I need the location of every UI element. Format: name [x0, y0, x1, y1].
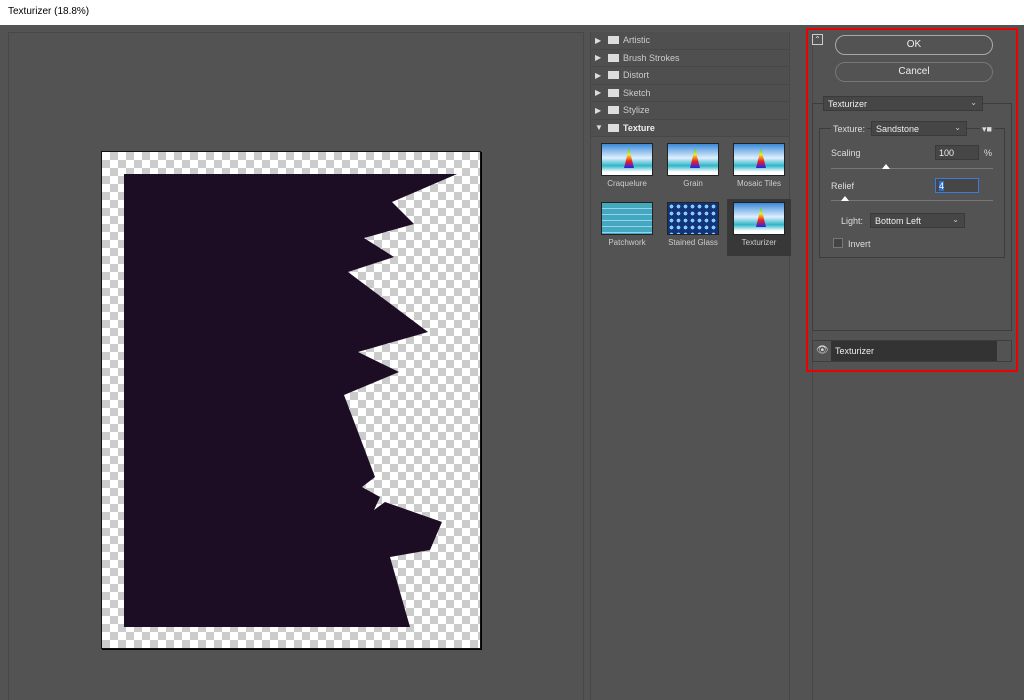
filter-thumbnail: [601, 202, 653, 235]
folder-icon: [608, 53, 619, 62]
filter-label: Craquelure: [607, 179, 647, 188]
category-label: Brush Strokes: [623, 52, 680, 63]
filter-label: Texturizer: [741, 238, 777, 247]
category-label: Sketch: [623, 87, 651, 98]
expand-icon: ▶: [595, 105, 602, 115]
relief-value: 4: [939, 181, 945, 191]
scaling-slider-handle[interactable]: [882, 164, 890, 169]
folder-icon: [608, 71, 619, 80]
filter-mosaic-tiles[interactable]: Mosaic Tiles: [727, 140, 791, 197]
category-artistic[interactable]: ▶ Artistic: [591, 32, 789, 50]
preview-canvas: [101, 151, 481, 649]
filter-grain[interactable]: Grain: [661, 140, 725, 197]
preview-area[interactable]: [8, 32, 584, 700]
filter-thumbnail: [667, 202, 719, 235]
eye-icon[interactable]: 👁: [816, 345, 829, 356]
invert-checkbox[interactable]: [833, 238, 843, 248]
invert-label[interactable]: Invert: [848, 239, 871, 249]
light-select[interactable]: Bottom Left ⌄: [870, 213, 965, 228]
cancel-button[interactable]: Cancel: [835, 62, 993, 82]
category-label: Texture: [623, 122, 655, 133]
ok-button[interactable]: OK: [835, 35, 993, 55]
image-shape: [124, 174, 457, 627]
filter-select-value: Texturizer: [828, 99, 868, 109]
chevron-down-icon: ⌄: [970, 98, 977, 107]
relief-slider-track[interactable]: [831, 200, 993, 201]
relief-input[interactable]: 4: [935, 178, 979, 193]
expand-icon: ▶: [595, 70, 602, 80]
category-stylize[interactable]: ▶ Stylize: [591, 102, 789, 120]
filter-thumbnail: [601, 143, 653, 176]
relief-label: Relief: [831, 181, 855, 191]
light-value: Bottom Left: [875, 216, 922, 226]
scaling-unit: %: [984, 148, 993, 158]
filter-stained-glass[interactable]: Stained Glass: [661, 199, 725, 256]
collapse-icon: ▼: [595, 123, 603, 133]
filter-select[interactable]: Texturizer ⌄: [823, 96, 983, 111]
category-label: Artistic: [623, 35, 650, 46]
relief-slider-handle[interactable]: [841, 196, 849, 201]
light-label: Light:: [841, 216, 864, 226]
filter-label: Patchwork: [608, 238, 646, 247]
texture-select[interactable]: Sandstone ⌄: [871, 121, 967, 136]
expand-icon: ▶: [595, 88, 602, 98]
chevron-down-icon: ⌄: [954, 123, 961, 132]
chevron-down-icon: ⌄: [952, 215, 959, 224]
open-folder-icon: [608, 123, 619, 132]
filter-texturizer[interactable]: Texturizer: [727, 199, 791, 256]
expand-icon: ▶: [595, 53, 602, 63]
filter-gallery: ▶ Artistic ▶ Brush Strokes ▶ Distort ▶ Sketc…: [590, 32, 791, 700]
filter-thumbnail: [733, 202, 785, 235]
category-brush-strokes[interactable]: ▶ Brush Strokes: [591, 49, 789, 67]
filter-patchwork[interactable]: Patchwork: [595, 199, 659, 256]
collapse-gallery-icon[interactable]: ⌃: [812, 34, 823, 45]
filter-craquelure[interactable]: Craquelure: [595, 140, 659, 197]
texture-label: Texture:: [831, 124, 868, 134]
scaling-slider-track[interactable]: [831, 168, 993, 169]
scaling-input[interactable]: 100: [935, 145, 979, 160]
category-texture[interactable]: ▼ Texture: [591, 119, 789, 137]
category-label: Distort: [623, 70, 650, 81]
expand-icon: ▶: [595, 35, 602, 45]
texture-value: Sandstone: [876, 124, 920, 134]
filter-label: Grain: [683, 179, 703, 188]
category-label: Stylize: [623, 105, 650, 116]
window-title: Texturizer (18.8%): [0, 0, 1024, 25]
filter-label: Stained Glass: [668, 238, 718, 247]
folder-icon: [608, 36, 619, 45]
category-sketch[interactable]: ▶ Sketch: [591, 84, 789, 102]
folder-icon: [608, 106, 619, 115]
filter-label: Mosaic Tiles: [736, 179, 781, 188]
scaling-label: Scaling: [831, 148, 861, 158]
filter-thumbnail: [667, 143, 719, 176]
effect-layer-texturizer[interactable]: Texturizer: [831, 341, 997, 361]
category-distort[interactable]: ▶ Distort: [591, 67, 789, 85]
filter-thumbnail: [733, 143, 785, 176]
texture-menu-icon[interactable]: ▾■: [980, 124, 994, 135]
folder-icon: [608, 88, 619, 97]
